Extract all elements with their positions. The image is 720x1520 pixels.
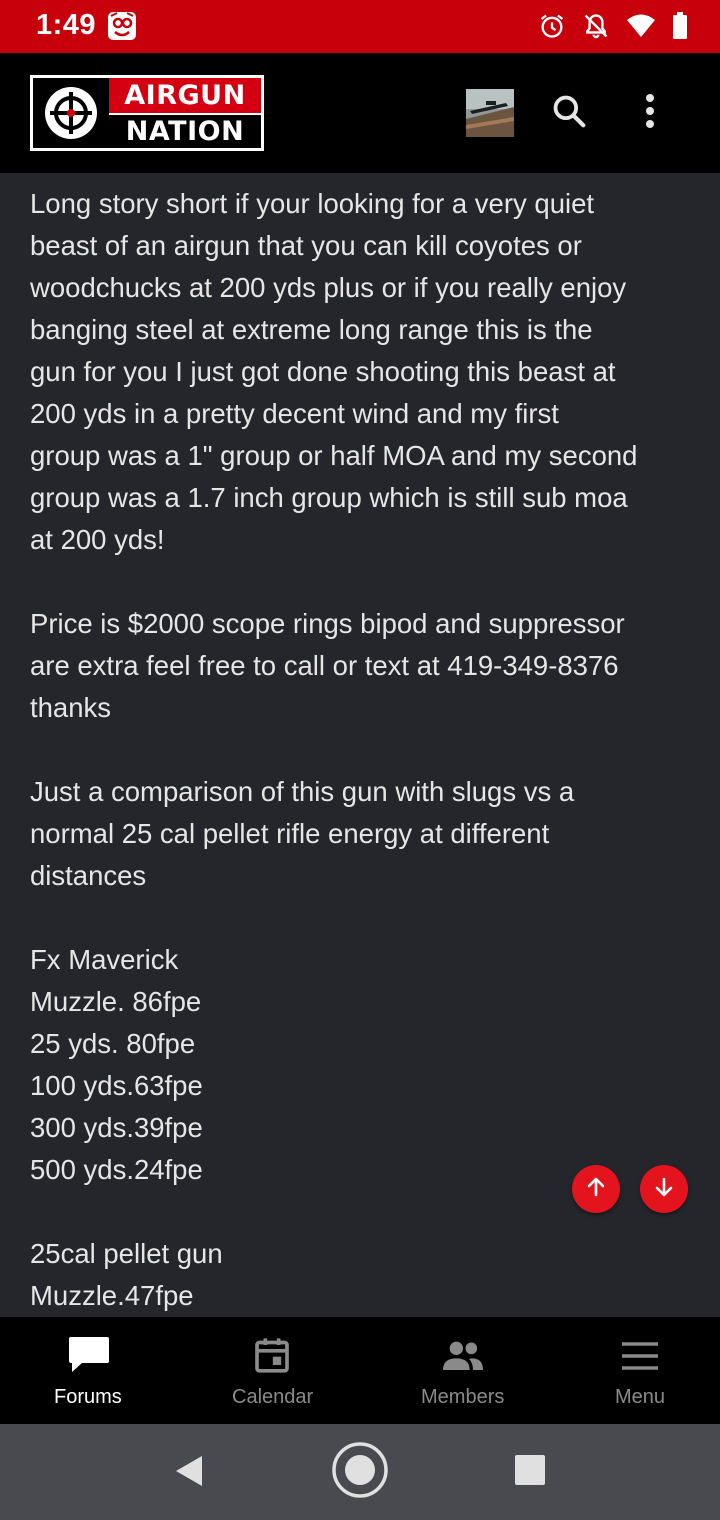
- menu-icon: [620, 1341, 660, 1376]
- post-text-line: 25cal pellet gun: [30, 1238, 223, 1269]
- post-text-line: woodchucks at 200 yds plus or if you rea…: [30, 272, 627, 303]
- alarm-icon: [538, 12, 566, 40]
- back-button[interactable]: [165, 1450, 211, 1496]
- post-paragraph: Just a comparison of this gun with slugs…: [30, 771, 700, 897]
- nav-label-menu: Menu: [615, 1386, 666, 1408]
- logo-text-top: AIRGUN: [109, 78, 261, 113]
- wifi-icon: [626, 13, 656, 39]
- post-text-line: Just a comparison of this gun with slugs…: [30, 776, 575, 807]
- nav-item-forums[interactable]: Forums: [28, 1317, 148, 1424]
- notifications-off-icon: [582, 12, 610, 40]
- app-header: AIRGUN NATION: [0, 53, 720, 173]
- more-vert-icon: [644, 93, 656, 134]
- post-paragraph: Price is $2000 scope rings bipod and sup…: [30, 603, 700, 729]
- post-text-line: thanks: [30, 692, 112, 723]
- post-text-line: Price is $2000 scope rings bipod and sup…: [30, 608, 625, 639]
- forums-icon: [68, 1335, 110, 1380]
- nav-label-calendar: Calendar: [232, 1386, 314, 1408]
- nav-label-forums: Forums: [54, 1386, 122, 1408]
- status-bar: 1:49: [0, 0, 720, 53]
- post-text-line: 25 yds. 80fpe: [30, 1028, 196, 1059]
- status-time: 1:49: [36, 9, 97, 41]
- nav-item-members[interactable]: Members: [403, 1317, 523, 1424]
- search-icon: [550, 92, 588, 135]
- post-text-line: at 200 yds!: [30, 524, 165, 555]
- post-text-line: banging steel at extreme long range this…: [30, 314, 593, 345]
- post-text-line: 200 yds in a pretty decent wind and my f…: [30, 398, 559, 429]
- post-text-line: Long story short if your looking for a v…: [30, 188, 595, 219]
- nav-item-calendar[interactable]: Calendar: [212, 1317, 332, 1424]
- post-text-line: Fx Maverick: [30, 944, 179, 975]
- recents-icon: [514, 1454, 546, 1491]
- nav-label-members: Members: [421, 1386, 505, 1408]
- nav-item-menu[interactable]: Menu: [580, 1317, 700, 1424]
- site-logo[interactable]: AIRGUN NATION: [30, 75, 264, 151]
- scroll-up-button[interactable]: [572, 1165, 620, 1213]
- logo-text-bottom: NATION: [109, 113, 261, 148]
- home-button[interactable]: [331, 1441, 389, 1504]
- bottom-nav: Forums Calendar Members Menu: [0, 1317, 720, 1424]
- post-text-line: beast of an airgun that you can kill coy…: [30, 230, 582, 261]
- post-body: Long story short if your looking for a v…: [30, 183, 700, 1317]
- post-paragraph: 25cal pellet gun Muzzle.47fpe: [30, 1233, 700, 1317]
- post-text-line: Muzzle.47fpe: [30, 1280, 194, 1311]
- post-paragraph: Long story short if your looking for a v…: [30, 183, 700, 561]
- home-icon: [331, 1441, 389, 1504]
- post-text-line: 300 yds.39fpe: [30, 1112, 203, 1143]
- post-text-line: gun for you I just got done shooting thi…: [30, 356, 616, 387]
- calendar-icon: [252, 1335, 292, 1380]
- post-text-line: distances: [30, 860, 147, 891]
- post-text-line: normal 25 cal pellet rifle energy at dif…: [30, 818, 550, 849]
- arrow-up-icon: [584, 1175, 608, 1204]
- post-text-line: 100 yds.63fpe: [30, 1070, 203, 1101]
- post-paragraph: Fx Maverick Muzzle. 86fpe 25 yds. 80fpe 100…: [30, 939, 700, 1191]
- post-text-line: are extra feel free to call or text at 4…: [30, 650, 619, 681]
- post-text-line: group was a 1.7 inch group which is stil…: [30, 482, 628, 513]
- app-notification-icon: [106, 10, 138, 42]
- scroll-down-button[interactable]: [640, 1165, 688, 1213]
- members-icon: [441, 1335, 485, 1380]
- post-content: Long story short if your looking for a v…: [0, 173, 720, 1317]
- user-avatar[interactable]: [466, 89, 514, 137]
- search-button[interactable]: [541, 85, 597, 141]
- system-nav-bar: [0, 1424, 720, 1520]
- post-text-line: group was a 1" group or half MOA and my …: [30, 440, 638, 471]
- back-icon: [172, 1454, 204, 1493]
- post-text-line: Muzzle. 86fpe: [30, 986, 202, 1017]
- more-options-button[interactable]: [622, 85, 678, 141]
- arrow-down-icon: [652, 1175, 676, 1204]
- crosshair-logo-icon: [33, 78, 109, 148]
- battery-icon: [672, 12, 688, 40]
- recents-button[interactable]: [510, 1452, 550, 1492]
